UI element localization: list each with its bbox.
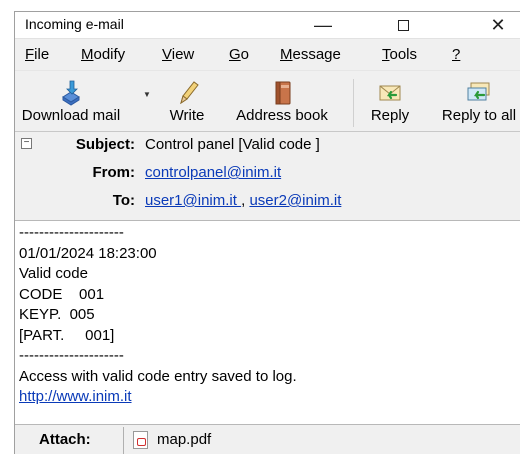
subject-row: Subject: Control panel [Valid code ] (15, 136, 520, 160)
download-mail-button[interactable]: Download mail (15, 71, 127, 133)
body-line: --------------------- (19, 224, 124, 241)
menu-view[interactable]: View (162, 46, 194, 63)
address-book-label: Address book (236, 107, 328, 124)
attach-label: Attach: (39, 431, 91, 448)
minimize-button[interactable]: — (300, 12, 346, 38)
close-icon: ✕ (490, 15, 506, 35)
body-line: CODE 001 (19, 285, 105, 303)
write-label: Write (169, 107, 205, 124)
to-label: To: (112, 192, 135, 209)
attachment-item[interactable]: map.pdf (133, 429, 211, 451)
title-bar[interactable]: Incoming e-mail — ✕ (15, 12, 520, 38)
menu-message[interactable]: Message (280, 46, 341, 63)
body-line: Valid code (19, 265, 88, 282)
to-row: To: user1@inim.it , user2@inim.it (15, 192, 520, 216)
menu-view-label: iew (171, 46, 195, 63)
menu-tools-label: ools (389, 46, 418, 63)
attachment-filename: map.pdf (157, 431, 212, 448)
to-recipient-link[interactable]: user2@inim.it (249, 192, 341, 209)
download-mail-icon (62, 80, 80, 106)
subject-label: Subject: (75, 136, 135, 153)
menu-modify[interactable]: Modify (81, 46, 125, 63)
to-recipients: user1@inim.it , user2@inim.it (145, 192, 341, 209)
body-line: KEYP. 005 (19, 306, 95, 323)
menu-help-mnemonic: ? (452, 46, 461, 63)
body-line: 01/01/2024 18:23:00 (19, 244, 157, 262)
to-separator: , (241, 192, 246, 209)
body-line: [PART. 001] (19, 326, 115, 344)
reply-all-label: Reply to all (441, 107, 517, 124)
address-book-icon (275, 81, 291, 105)
menu-file-mnemonic: F (25, 46, 35, 63)
write-button[interactable]: Write (160, 71, 214, 133)
body-line: --------------------- (19, 347, 124, 364)
menu-message-mnemonic: M (280, 46, 293, 63)
menu-help[interactable]: ? (452, 46, 460, 63)
address-book-button[interactable]: Address book (223, 71, 341, 133)
attachment-bar: Attach: map.pdf (15, 424, 520, 454)
menu-view-mnemonic: V (162, 46, 172, 63)
download-dropdown-arrow-icon[interactable]: ▼ (143, 90, 151, 99)
message-body[interactable]: --------------------- 01/01/2024 18:23:0… (19, 223, 520, 421)
reply-button[interactable]: Reply (360, 71, 420, 133)
download-mail-label: Download mail (21, 107, 121, 124)
email-window: Incoming e-mail — ✕ File Modify View Go … (14, 11, 520, 454)
maximize-button[interactable] (380, 12, 426, 38)
minimize-icon: — (314, 15, 332, 35)
close-button[interactable]: ✕ (475, 12, 520, 38)
reply-label: Reply (370, 107, 410, 124)
menu-modify-mnemonic: M (81, 46, 94, 63)
pencil-icon (180, 81, 199, 105)
menu-go[interactable]: Go (229, 46, 249, 63)
window-title: Incoming e-mail (25, 16, 124, 32)
menu-message-label: essage (292, 46, 341, 63)
menu-file[interactable]: File (25, 46, 49, 63)
menu-go-mnemonic: G (229, 46, 241, 63)
to-recipient-link[interactable]: user1@inim.it (145, 192, 241, 209)
website-link[interactable]: http://www.inim.it (19, 388, 132, 405)
toolbar-separator (353, 79, 354, 127)
menu-bar: File Modify View Go Message Tools ? (15, 38, 520, 70)
attach-separator (123, 427, 124, 454)
menu-file-label: ile (34, 46, 50, 63)
reply-all-button[interactable]: Reply to all (433, 71, 520, 133)
maximize-icon (397, 19, 409, 31)
reply-all-icon (467, 82, 490, 101)
body-line: Access with valid code entry saved to lo… (19, 367, 297, 385)
menu-tools-mnemonic: T (382, 46, 390, 63)
from-row: From: controlpanel@inim.it (15, 164, 520, 188)
toolbar: Download mail ▼ Write Address book Reply… (15, 70, 520, 132)
message-headers: − Subject: Control panel [Valid code ] F… (15, 132, 520, 221)
pdf-file-icon (133, 431, 148, 449)
menu-modify-label: odify (93, 46, 126, 63)
reply-icon (379, 85, 401, 101)
from-address-link[interactable]: controlpanel@inim.it (145, 164, 281, 181)
subject-value: Control panel [Valid code ] (145, 136, 320, 153)
menu-go-label: o (240, 46, 250, 63)
from-label: From: (92, 164, 136, 181)
menu-tools[interactable]: Tools (382, 46, 417, 63)
